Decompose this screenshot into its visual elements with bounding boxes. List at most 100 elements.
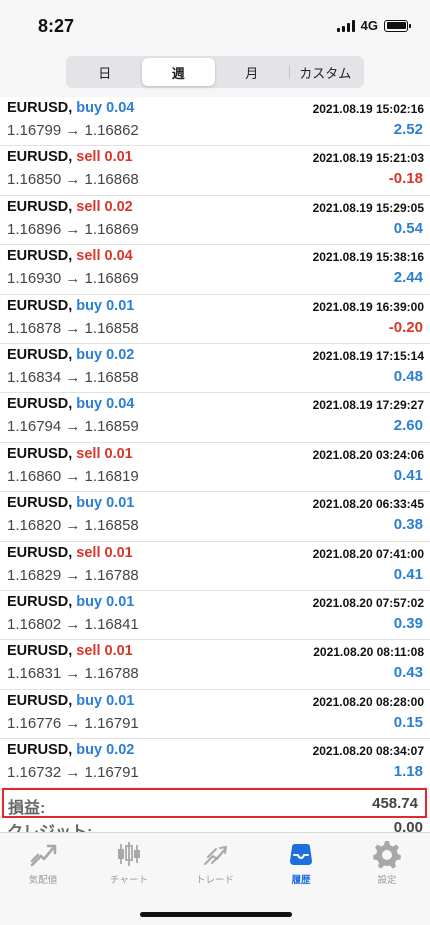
cellular-signal-icon bbox=[336, 19, 355, 32]
trade-profit: 0.41 bbox=[393, 466, 423, 484]
trade-title: EURUSD, buy 0.04 bbox=[7, 396, 134, 412]
trade-prices: 1.16878 → 1.16858 bbox=[7, 319, 139, 337]
trade-prices: 1.16829 → 1.16788 bbox=[7, 566, 139, 584]
trade-symbol: EURUSD, bbox=[7, 445, 73, 462]
trade-time: 2021.08.20 08:28:00 bbox=[312, 694, 424, 709]
trade-profit: 0.43 bbox=[393, 664, 423, 682]
trade-prices: 1.16831 → 1.16788 bbox=[7, 665, 139, 683]
period-selector-bar: 日 週 月 カスタム bbox=[0, 54, 430, 96]
trade-side: buy bbox=[76, 396, 103, 413]
profit-value: 458.74 bbox=[372, 795, 418, 812]
profit-summary-row: 損益: 458.74 bbox=[2, 788, 427, 818]
trade-side: sell bbox=[76, 198, 101, 215]
trade-row[interactable]: EURUSD, buy 0.02 2021.08.19 17:15:14 1.168… bbox=[0, 344, 430, 394]
trade-prices: 1.16850 → 1.16868 bbox=[7, 171, 139, 189]
trade-title: EURUSD, sell 0.01 bbox=[7, 643, 133, 659]
trade-profit: 0.41 bbox=[393, 565, 423, 583]
trade-time: 2021.08.19 15:29:05 bbox=[312, 200, 424, 215]
trade-history-list[interactable]: EURUSD, buy 0.04 2021.08.19 15:02:16 1.167… bbox=[0, 97, 430, 787]
trade-volume: 0.01 bbox=[104, 149, 133, 166]
tab-chart[interactable]: チャート bbox=[86, 839, 172, 889]
trade-row[interactable]: EURUSD, sell 0.02 2021.08.19 15:29:05 1.16… bbox=[0, 196, 430, 246]
battery-icon bbox=[384, 19, 411, 32]
segment-week[interactable]: 週 bbox=[141, 58, 215, 86]
trade-volume: 0.02 bbox=[106, 346, 135, 363]
trade-row[interactable]: EURUSD, sell 0.01 2021.08.20 08:11:08 1.16… bbox=[0, 640, 430, 690]
trade-symbol: EURUSD, bbox=[7, 495, 73, 512]
network-type: 4G bbox=[360, 18, 378, 33]
trade-time: 2021.08.20 07:41:00 bbox=[312, 546, 424, 561]
trade-profit: 0.54 bbox=[393, 219, 423, 237]
trade-time: 2021.08.19 15:02:16 bbox=[312, 102, 424, 116]
trade-symbol: EURUSD, bbox=[7, 742, 73, 759]
trade-symbol: EURUSD, bbox=[7, 692, 73, 709]
home-indicator[interactable] bbox=[140, 912, 292, 917]
trade-time: 2021.08.19 15:38:16 bbox=[312, 250, 424, 265]
trade-symbol: EURUSD, bbox=[7, 297, 73, 314]
chart-icon bbox=[118, 842, 140, 866]
trade-icon bbox=[204, 846, 227, 865]
trade-time: 2021.08.19 16:39:00 bbox=[312, 299, 424, 314]
trade-profit: -0.18 bbox=[388, 170, 423, 188]
segment-day[interactable]: 日 bbox=[68, 58, 142, 86]
trade-row[interactable]: EURUSD, buy 0.04 2021.08.19 15:02:16 1.167… bbox=[0, 97, 430, 147]
tab-quotes[interactable]: 気配値 bbox=[0, 839, 86, 889]
trade-row[interactable]: EURUSD, sell 0.01 2021.08.19 15:21:03 1.16… bbox=[0, 146, 430, 196]
trade-title: EURUSD, buy 0.04 bbox=[7, 100, 134, 116]
trade-prices: 1.16776 → 1.16791 bbox=[7, 714, 139, 732]
trade-row[interactable]: EURUSD, buy 0.01 2021.08.20 07:57:02 1.168… bbox=[0, 591, 430, 641]
trade-time: 2021.08.20 08:34:07 bbox=[312, 744, 424, 759]
trade-volume: 0.01 bbox=[106, 495, 135, 512]
trade-title: EURUSD, buy 0.02 bbox=[7, 347, 134, 363]
trade-row[interactable]: EURUSD, sell 0.01 2021.08.20 03:24:06 1.16… bbox=[0, 443, 430, 493]
trade-side: sell bbox=[76, 643, 101, 660]
trade-symbol: EURUSD, bbox=[7, 149, 73, 166]
tab-history[interactable]: 履歴 bbox=[258, 839, 344, 889]
trade-side: sell bbox=[76, 544, 101, 561]
quotes-icon bbox=[30, 844, 57, 867]
trade-symbol: EURUSD, bbox=[7, 346, 73, 363]
trade-row[interactable]: EURUSD, sell 0.01 2021.08.20 07:41:00 1.16… bbox=[0, 542, 430, 591]
trade-symbol: EURUSD, bbox=[7, 396, 73, 413]
trade-side: buy bbox=[76, 495, 103, 512]
trade-time: 2021.08.19 17:29:27 bbox=[312, 398, 424, 413]
trade-time: 2021.08.20 06:33:45 bbox=[312, 497, 424, 512]
trade-row[interactable]: EURUSD, buy 0.01 2021.08.19 16:39:00 1.168… bbox=[0, 295, 430, 344]
trade-symbol: EURUSD, bbox=[7, 248, 73, 265]
tab-trade[interactable]: トレード bbox=[172, 839, 258, 889]
tab-settings[interactable]: 設定 bbox=[344, 839, 430, 889]
trade-profit: 2.60 bbox=[393, 417, 423, 435]
trade-title: EURUSD, buy 0.02 bbox=[7, 742, 134, 758]
trade-prices: 1.16860 → 1.16819 bbox=[7, 467, 139, 485]
trade-volume: 0.04 bbox=[106, 100, 135, 116]
segment-custom[interactable]: カスタム bbox=[288, 58, 363, 86]
trade-title: EURUSD, buy 0.01 bbox=[7, 594, 134, 610]
period-segmented-control: 日 週 月 カスタム bbox=[66, 56, 364, 88]
trade-volume: 0.01 bbox=[106, 297, 135, 314]
status-time: 8:27 bbox=[38, 16, 75, 36]
trade-row[interactable]: EURUSD, buy 0.01 2021.08.20 06:33:45 1.168… bbox=[0, 492, 430, 542]
trade-volume: 0.01 bbox=[106, 692, 135, 709]
trade-symbol: EURUSD, bbox=[7, 544, 73, 561]
trade-row[interactable]: EURUSD, buy 0.02 2021.08.20 08:34:07 1.167… bbox=[0, 739, 430, 787]
trade-prices: 1.16820 → 1.16858 bbox=[7, 517, 139, 535]
trade-side: sell bbox=[76, 149, 101, 166]
trade-symbol: EURUSD, bbox=[7, 593, 73, 610]
trade-symbol: EURUSD, bbox=[7, 198, 73, 215]
trade-profit: -0.20 bbox=[388, 318, 423, 336]
trade-row[interactable]: EURUSD, buy 0.04 2021.08.19 17:29:27 1.167… bbox=[0, 393, 430, 443]
trade-row[interactable]: EURUSD, sell 0.04 2021.08.19 15:38:16 1.16… bbox=[0, 245, 430, 295]
trade-symbol: EURUSD, bbox=[7, 100, 73, 116]
trade-profit: 2.52 bbox=[393, 121, 423, 138]
trade-volume: 0.02 bbox=[104, 198, 133, 215]
trade-title: EURUSD, sell 0.01 bbox=[7, 446, 133, 462]
segment-month[interactable]: 月 bbox=[215, 58, 289, 86]
trade-side: buy bbox=[76, 593, 103, 610]
trade-row[interactable]: EURUSD, buy 0.01 2021.08.20 08:28:00 1.167… bbox=[0, 690, 430, 740]
trade-volume: 0.01 bbox=[104, 544, 133, 561]
trade-volume: 0.01 bbox=[104, 445, 133, 462]
tab-chart-label: チャート bbox=[110, 875, 148, 886]
settings-icon bbox=[373, 841, 401, 869]
tab-quotes-label: 気配値 bbox=[28, 875, 58, 886]
profit-label: 損益: bbox=[8, 800, 46, 817]
